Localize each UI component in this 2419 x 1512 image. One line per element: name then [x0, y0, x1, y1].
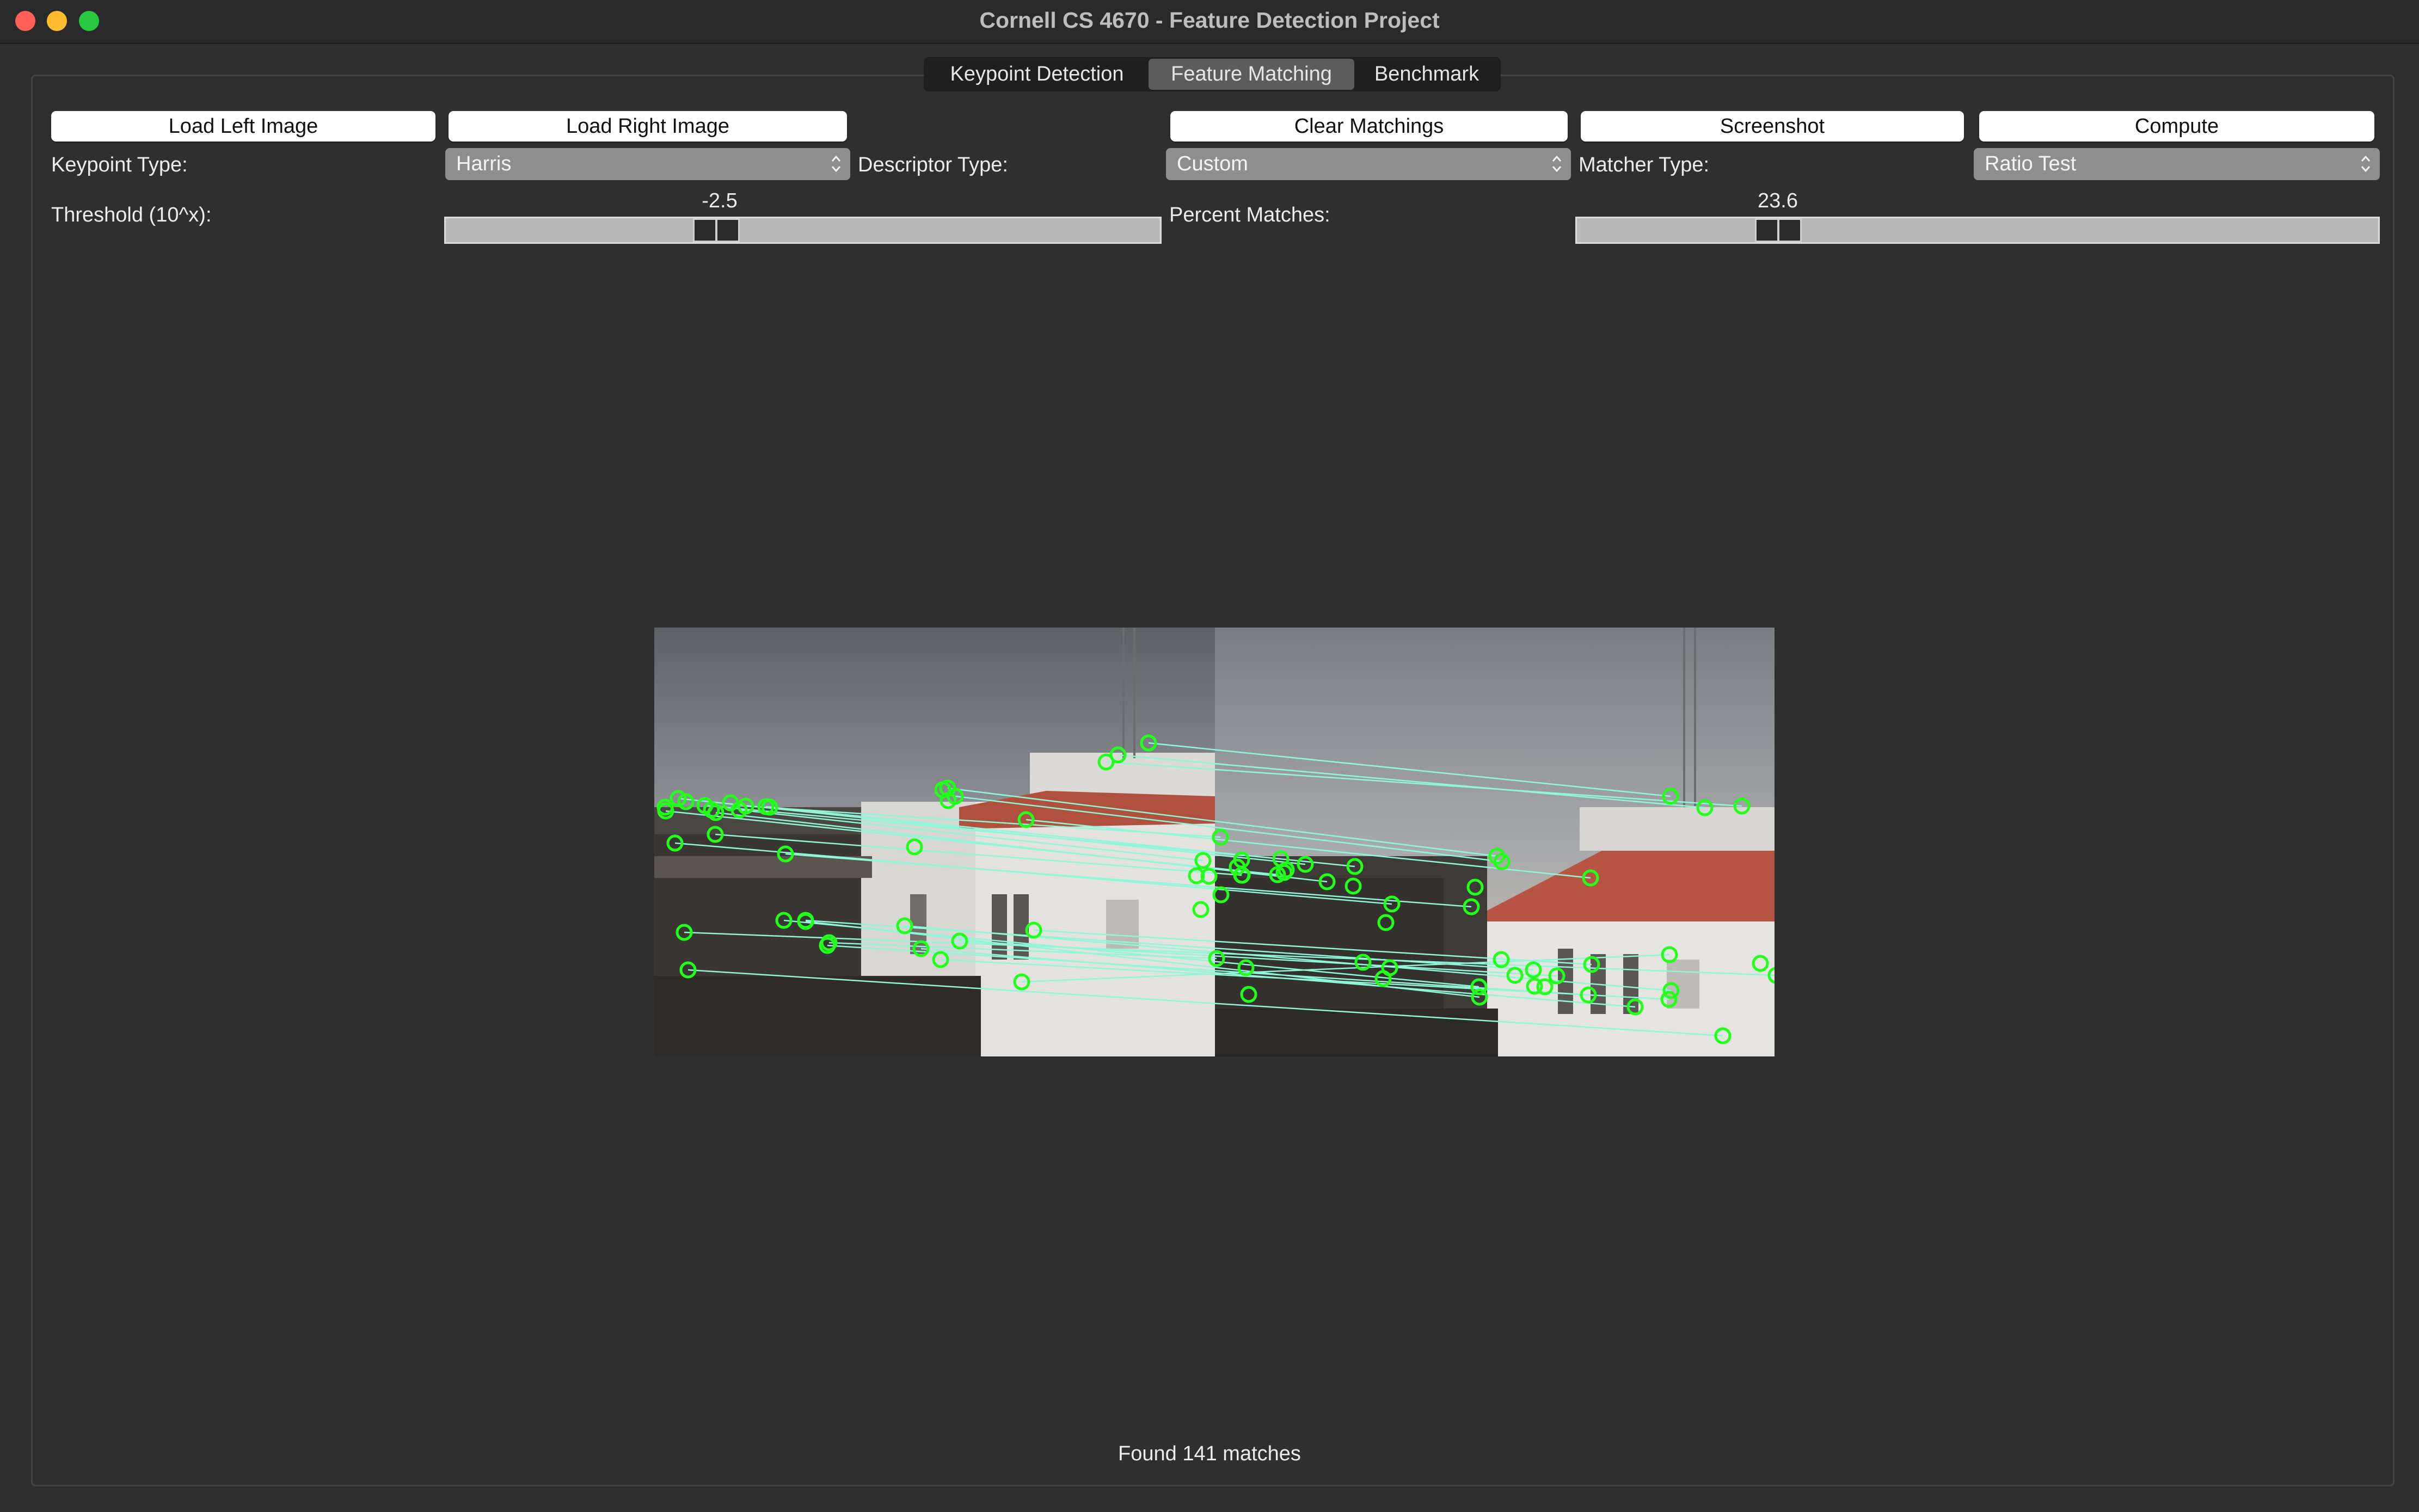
load-right-image-button[interactable]: Load Right Image [449, 111, 847, 142]
left-image [654, 628, 1215, 1056]
right-image [1215, 628, 1775, 1056]
percent-matches-label: Percent Matches: [1169, 204, 1330, 226]
keypoint-type-select[interactable]: Harris [445, 148, 850, 180]
threshold-slider[interactable] [444, 217, 1162, 244]
clear-matchings-button[interactable]: Clear Matchings [1170, 111, 1568, 142]
window-title: Cornell CS 4670 - Feature Detection Proj… [979, 8, 1440, 33]
percent-matches-slider-handle[interactable] [1755, 218, 1802, 242]
match-count-status: Found 141 matches [1118, 1442, 1301, 1465]
screenshot-button[interactable]: Screenshot [1581, 111, 1964, 142]
chevron-updown-icon [2361, 155, 2371, 173]
descriptor-type-select[interactable]: Custom [1166, 148, 1571, 180]
matcher-type-label: Matcher Type: [1579, 153, 1710, 176]
tab-benchmark[interactable]: Benchmark [1354, 59, 1499, 90]
feature-match-view [654, 628, 1775, 1056]
compute-button[interactable]: Compute [1979, 111, 2374, 142]
threshold-label: Threshold (10^x): [51, 204, 212, 226]
load-left-image-button[interactable]: Load Left Image [51, 111, 435, 142]
keypoint-type-value: Harris [456, 152, 512, 175]
tab-feature-matching[interactable]: Feature Matching [1149, 59, 1354, 90]
chevron-updown-icon [1552, 155, 1562, 173]
tab-keypoint-detection[interactable]: Keypoint Detection [925, 59, 1149, 90]
percent-matches-slider[interactable] [1575, 217, 2380, 244]
threshold-slider-handle[interactable] [693, 218, 740, 242]
descriptor-type-value: Custom [1177, 152, 1248, 175]
chevron-updown-icon [831, 155, 841, 173]
match-image-pair [654, 628, 1775, 1056]
tab-bar: Keypoint Detection Feature Matching Benc… [924, 57, 1501, 91]
threshold-value: -2.5 [702, 189, 738, 212]
matcher-type-select[interactable]: Ratio Test [1974, 148, 2380, 180]
matcher-type-value: Ratio Test [1985, 152, 2077, 175]
title-bar: Cornell CS 4670 - Feature Detection Proj… [0, 0, 2419, 44]
app-window: Cornell CS 4670 - Feature Detection Proj… [0, 0, 2419, 1512]
descriptor-type-label: Descriptor Type: [858, 153, 1008, 176]
percent-matches-value: 23.6 [1758, 189, 1798, 212]
keypoint-type-label: Keypoint Type: [51, 153, 188, 176]
